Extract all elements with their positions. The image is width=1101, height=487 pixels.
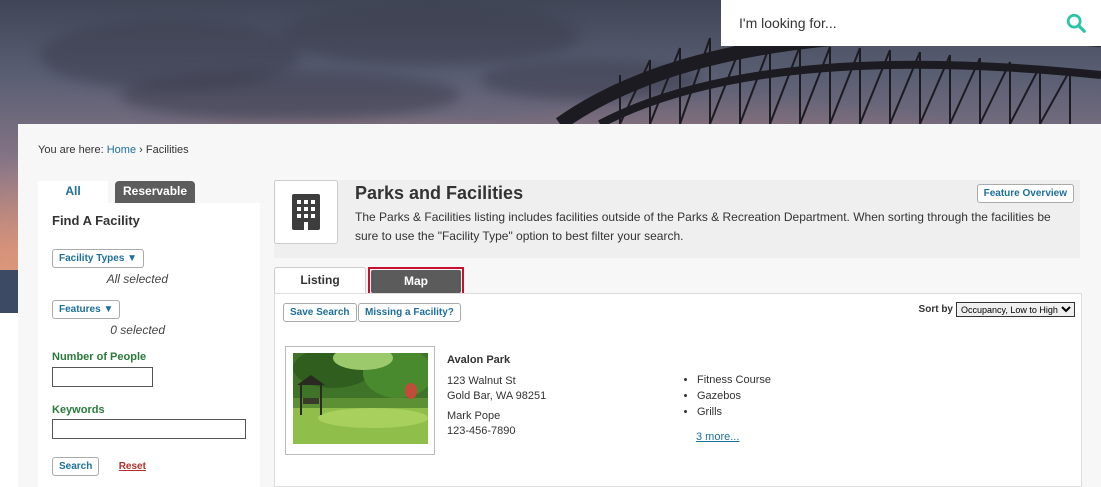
breadcrumb-separator: › [139,144,143,156]
tab-listing[interactable]: Listing [274,267,366,293]
view-tabs: Listing Map [274,267,464,296]
tab-reservable[interactable]: Reservable [115,181,196,203]
amenity-item: Fitness Course [697,374,771,386]
features-dropdown[interactable]: Features ▼ [52,300,121,319]
feature-overview-button[interactable]: Feature Overview [976,184,1074,203]
facility-phone: 123-456-7890 [447,425,516,437]
facility-filter-sidebar: Find A Facility Facility Types ▼ All sel… [38,203,260,487]
results-panel: Save Search Missing a Facility? Sort by … [274,293,1082,487]
sidebar-tabs: All Reservable [38,181,196,203]
save-search-button[interactable]: Save Search [283,303,357,322]
site-search [721,0,1101,46]
sort-select[interactable]: Occupancy, Low to High [956,302,1075,317]
number-of-people-label: Number of People [52,351,147,363]
page-title: Parks and Facilities [355,183,524,203]
more-amenities-link[interactable]: 3 more... [696,431,739,443]
page-description: The Parks & Facilities listing includes … [355,210,1051,243]
amenity-item: Gazebos [697,390,771,402]
facility-address-line1: 123 Walnut St [447,375,516,387]
park-photo [293,353,428,444]
facility-contact: Mark Pope [447,410,501,422]
breadcrumb-home-link[interactable]: Home [107,144,136,156]
facility-address-line2: Gold Bar, WA 98251 [447,390,547,402]
main-panel: You are here: Home › Facilities All Rese… [18,124,1101,487]
sort-by: Sort by Occupancy, Low to High [919,302,1075,317]
features-status: 0 selected [110,323,165,337]
tab-all[interactable]: All [38,181,108,203]
facility-types-dropdown[interactable]: Facility Types ▼ [52,249,145,268]
keywords-label: Keywords [52,404,105,416]
breadcrumb: You are here: Home › Facilities [38,144,189,156]
search-input[interactable] [739,15,1065,31]
amenities-list: Fitness Course Gazebos Grills [683,374,771,422]
facility-name[interactable]: Avalon Park [447,354,510,366]
page-header: Parks and Facilities The Parks & Facilit… [274,180,1080,258]
keywords-input[interactable] [52,419,246,439]
facility-types-status: All selected [106,272,168,286]
facility-icon-box [274,180,338,244]
building-icon [292,194,320,230]
sort-label: Sort by [918,304,953,315]
facility-image[interactable] [285,346,435,455]
search-button[interactable]: Search [52,457,100,476]
breadcrumb-prefix: You are here: [38,144,104,156]
tab-map[interactable]: Map [371,270,461,293]
breadcrumb-current: Facilities [145,144,189,156]
tab-map-highlight: Map [368,267,464,296]
number-of-people-input[interactable] [52,367,153,387]
amenity-item: Grills [697,406,771,418]
search-icon[interactable] [1065,12,1087,34]
sidebar-title: Find A Facility [52,213,140,228]
reset-link[interactable]: Reset [119,461,146,472]
missing-facility-button[interactable]: Missing a Facility? [358,303,461,322]
